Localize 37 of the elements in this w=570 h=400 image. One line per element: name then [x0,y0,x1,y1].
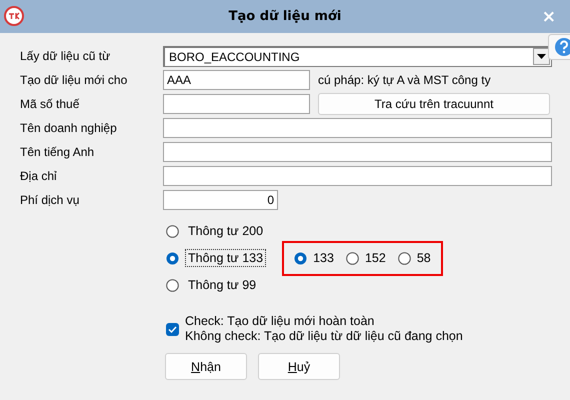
radio-label: Thông tư 200 [187,223,264,240]
checkbox-label: Check: Tạo dữ liệu mới hoàn toàn [185,314,376,329]
radio-button[interactable] [166,278,179,292]
help-icon[interactable] [548,34,570,60]
radio-label: 133 [313,251,334,265]
logo-icon [4,6,24,26]
input-field[interactable] [163,118,552,138]
field-label: Mã số thuế [20,97,80,111]
window-title: Tạo dữ liệu mới [228,9,342,24]
radio-label: Thông tư 99 [187,277,258,294]
input-field[interactable] [163,94,310,114]
input-field[interactable]: AAA [163,70,310,90]
radio-button[interactable] [166,252,179,264]
caret-icon [537,54,546,59]
radio-button[interactable] [346,252,359,264]
radio-button[interactable] [294,252,308,264]
ok-button[interactable]: Nhận [165,353,247,380]
input-field[interactable] [163,142,552,162]
field-label: Tạo dữ liệu mới cho [20,73,128,87]
field-label: Địa chỉ [20,169,58,183]
field-label: Tên tiếng Anh [20,145,96,159]
field-label: Phí dịch vụ [20,193,80,207]
field-label: Lấy dữ liệu cũ từ [20,49,112,63]
input-field[interactable] [163,166,552,186]
radio-label: 152 [364,251,386,265]
input-field[interactable]: 0 [163,190,278,210]
cancel-button[interactable]: Huỷ [258,353,340,380]
radio-label: 58 [416,251,431,265]
checkbox[interactable] [166,322,179,336]
syntax-hint: cú pháp: ký tự A và MST công ty [318,73,491,87]
radio-button[interactable] [398,252,411,264]
checkbox-label: Không check: Tạo dữ liệu từ dữ liệu cũ đang chọn [185,329,463,344]
field-label: Tên doanh nghiệp [20,121,118,135]
radio-label: Thông tư 133 [185,249,266,267]
source-dropdown[interactable]: BORO_EACCOUNTING [163,46,552,66]
lookup-button[interactable]: Tra cứu trên tracuunnt [318,93,550,115]
radio-button[interactable] [166,224,179,238]
